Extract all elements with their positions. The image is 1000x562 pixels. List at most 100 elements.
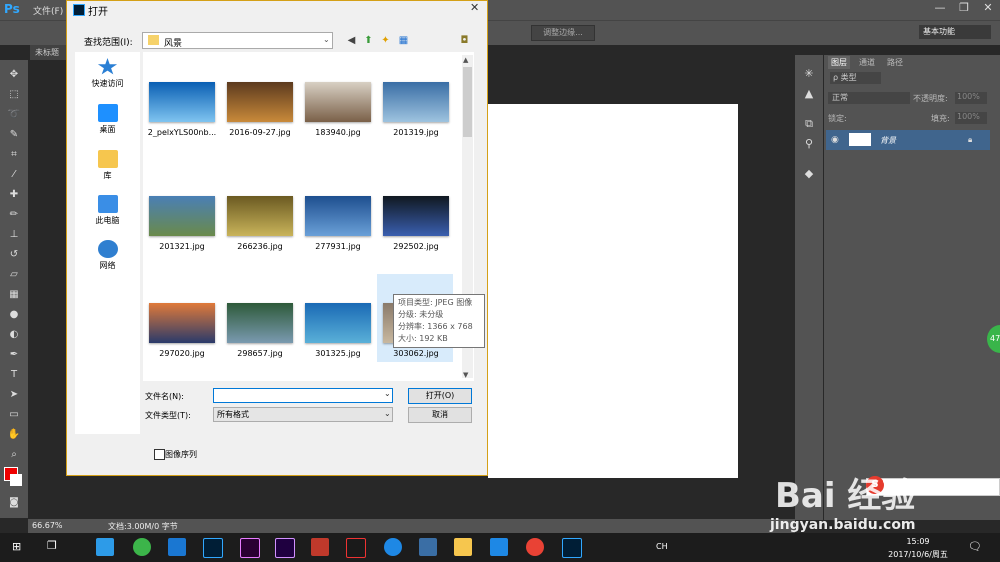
chevron-down-icon[interactable]: ⌄ [323, 35, 330, 44]
histogram-icon[interactable]: ▲ [802, 87, 816, 101]
scroll-down-icon[interactable]: ▼ [463, 371, 468, 379]
taskbar-app-icon[interactable] [133, 538, 151, 556]
task-view-icon[interactable]: ❐ [47, 539, 57, 552]
refine-edge-button[interactable]: 调整边缘... [531, 25, 595, 41]
place-network[interactable]: 网络 [75, 240, 140, 271]
up-folder-icon[interactable]: ⬆ [362, 34, 375, 47]
dialog-close-icon[interactable]: ✕ [470, 1, 479, 14]
clock-date[interactable]: 2017/10/6/周五 [888, 549, 948, 560]
filename-input[interactable] [213, 388, 393, 403]
file-tile[interactable]: 266236.jpg [222, 196, 298, 251]
taskbar-app-icon[interactable] [419, 538, 437, 556]
fill-field[interactable]: 100% [955, 112, 987, 124]
chrome-icon[interactable] [526, 538, 544, 556]
quick-select-tool-icon[interactable]: ✎ [7, 128, 21, 142]
file-tile[interactable]: 277931.jpg [300, 196, 376, 251]
maximize-button[interactable]: ❐ [952, 0, 976, 20]
layer-filter-select[interactable]: ρ 类型 [830, 72, 881, 84]
menu-file[interactable]: 文件(F) [33, 4, 63, 17]
file-tile[interactable]: 292502.jpg [378, 196, 454, 251]
place-library[interactable]: 库 [75, 150, 140, 181]
clock-time[interactable]: 15:09 [888, 537, 948, 546]
new-folder-icon[interactable]: ✦ [379, 34, 392, 47]
zoom-tool-icon[interactable]: ⌕ [7, 448, 21, 462]
gradient-tool-icon[interactable]: ▦ [7, 288, 21, 302]
blur-tool-icon[interactable]: ● [7, 308, 21, 322]
crop-tool-icon[interactable]: ⌗ [7, 148, 21, 162]
place-quick-access[interactable]: 快速访问 [75, 58, 140, 89]
taskbar-app-icon[interactable] [346, 538, 366, 558]
quick-mask-icon[interactable]: ◙ [7, 496, 21, 510]
path-select-tool-icon[interactable]: ➤ [7, 388, 21, 402]
workspace-select[interactable]: 基本功能 [919, 25, 991, 39]
file-tile[interactable]: 298657.jpg [222, 303, 298, 358]
edge-icon[interactable] [168, 538, 186, 556]
view-menu-icon[interactable]: ▦ [397, 34, 410, 47]
healing-tool-icon[interactable]: ✚ [7, 188, 21, 202]
taskbar-app-icon[interactable] [490, 538, 508, 556]
file-tile[interactable]: 201321.jpg [144, 196, 220, 251]
dodge-tool-icon[interactable]: ◐ [7, 328, 21, 342]
photoshop-icon[interactable] [203, 538, 223, 558]
input-language[interactable]: CH [656, 542, 668, 551]
file-name: 292502.jpg [393, 242, 439, 251]
image-sequence-checkbox[interactable] [154, 449, 165, 460]
file-tile[interactable]: 2016-09-27.jpg [222, 82, 298, 137]
windows-start-icon[interactable]: ⊞ [12, 540, 21, 553]
lasso-tool-icon[interactable]: ➰ [7, 108, 21, 122]
pen-tool-icon[interactable]: ✒ [7, 348, 21, 362]
opacity-field[interactable]: 100% [955, 92, 987, 104]
hand-tool-icon[interactable]: ✋ [7, 428, 21, 442]
blend-mode-select[interactable]: 正常 [828, 92, 910, 104]
close-button[interactable]: ✕ [976, 0, 1000, 20]
file-explorer-icon[interactable] [454, 538, 472, 556]
taskbar-app-icon[interactable] [96, 538, 114, 556]
back-icon[interactable]: ◀ [345, 34, 358, 47]
filetype-select[interactable]: 所有格式 [213, 407, 393, 422]
place-this-pc[interactable]: 此电脑 [75, 195, 140, 226]
photoshop-active-icon[interactable] [562, 538, 582, 558]
file-tile[interactable]: 301325.jpg [300, 303, 376, 358]
eraser-tool-icon[interactable]: ▱ [7, 268, 21, 282]
move-tool-icon[interactable]: ✥ [7, 68, 21, 82]
minimize-button[interactable]: — [928, 0, 952, 20]
actions-icon[interactable]: ⚲ [802, 137, 816, 151]
network-icon [97, 240, 118, 258]
background-color-swatch[interactable] [10, 474, 22, 486]
lookin-value: 风景 [164, 39, 183, 49]
zoom-level[interactable]: 66.67% [32, 521, 63, 530]
chevron-down-icon[interactable]: ⌄ [384, 409, 391, 418]
type-tool-icon[interactable]: T [7, 368, 21, 382]
place-desktop[interactable]: 桌面 [75, 104, 140, 135]
stamp-tool-icon[interactable]: ⊥ [7, 228, 21, 242]
tab-paths[interactable]: 路径 [884, 56, 906, 69]
scroll-thumb[interactable] [463, 67, 472, 137]
file-tile[interactable]: 201319.jpg [378, 82, 454, 137]
history-icon[interactable]: ⧉ [802, 117, 816, 131]
document-canvas[interactable] [488, 104, 738, 478]
taskbar-app-icon[interactable] [384, 538, 402, 556]
tab-channels[interactable]: 通道 [856, 56, 878, 69]
marquee-tool-icon[interactable]: ⬚ [7, 88, 21, 102]
camera-icon[interactable]: ◘ [458, 34, 471, 47]
file-tile[interactable]: 2_pelxYLS00nb... [144, 82, 220, 137]
scroll-up-icon[interactable]: ▲ [463, 56, 468, 64]
3d-icon[interactable]: ◆ [802, 167, 816, 181]
notification-icon[interactable]: 🗨︎ [968, 540, 982, 553]
document-tab[interactable]: 未标题 [35, 47, 59, 58]
navigator-icon[interactable]: ✳ [802, 67, 816, 81]
tab-layers[interactable]: 图层 [828, 56, 850, 69]
history-brush-tool-icon[interactable]: ↺ [7, 248, 21, 262]
file-tile[interactable]: 183940.jpg [300, 82, 376, 137]
chevron-down-icon[interactable]: ⌄ [384, 389, 391, 398]
acrobat-icon[interactable] [311, 538, 329, 556]
after-effects-icon[interactable] [275, 538, 295, 558]
eye-icon[interactable]: ◉ [831, 135, 839, 145]
eyedropper-tool-icon[interactable]: ⁄ [7, 168, 21, 182]
premiere-icon[interactable] [240, 538, 260, 558]
shape-tool-icon[interactable]: ▭ [7, 408, 21, 422]
file-tile[interactable]: 297020.jpg [144, 303, 220, 358]
brush-tool-icon[interactable]: ✏ [7, 208, 21, 222]
cancel-button[interactable]: 取消 [408, 407, 472, 423]
open-button[interactable]: 打开(O) [408, 388, 472, 404]
